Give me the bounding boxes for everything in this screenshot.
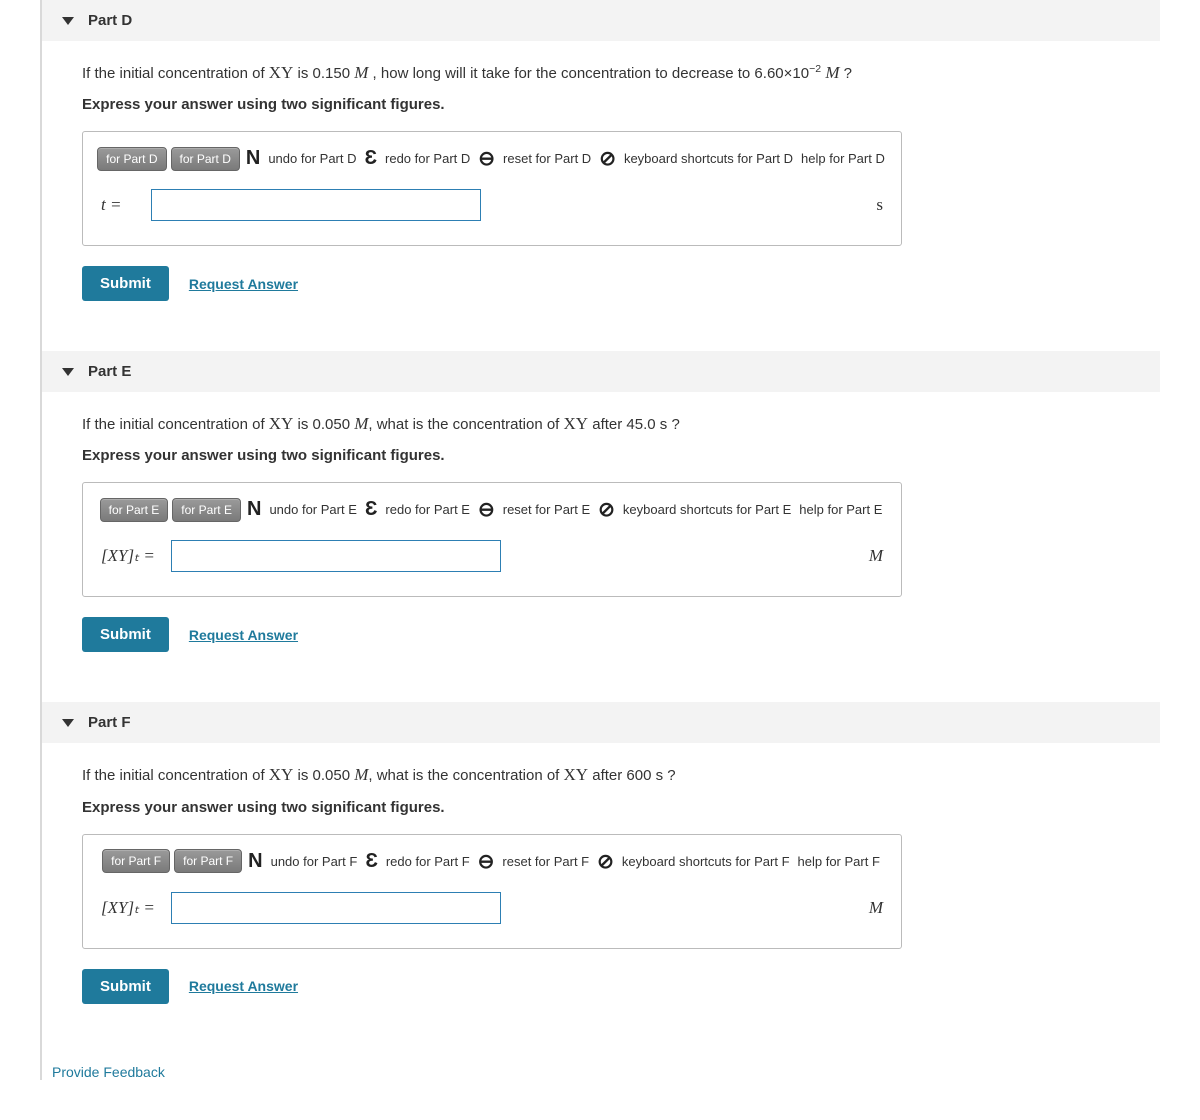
part-D-answer-box: for Part D for Part D N undo for Part D …: [82, 131, 902, 246]
request-answer-link-D[interactable]: Request Answer: [189, 276, 298, 292]
toolbar-redo[interactable]: redo for Part D: [383, 151, 472, 166]
toolbar-glyph-kb-icon: ⊘: [598, 497, 615, 522]
part-F-input[interactable]: [171, 892, 501, 924]
toolbar-undo[interactable]: undo for Part F: [269, 854, 360, 869]
toolbar-undo[interactable]: undo for Part E: [267, 502, 358, 517]
toolbar-reset[interactable]: reset for Part E: [501, 502, 592, 517]
toolbar-btn-2[interactable]: for Part F: [174, 849, 242, 873]
part-F-toolbar: for Part F for Part F N undo for Part F …: [101, 849, 883, 874]
part-D-input[interactable]: [151, 189, 481, 221]
toolbar-undo[interactable]: undo for Part D: [266, 151, 358, 166]
toolbar-btn-1[interactable]: for Part D: [97, 147, 166, 171]
part-F-body: If the initial concentration of XY is 0.…: [42, 743, 1160, 1028]
part-F-answer-box: for Part F for Part F N undo for Part F …: [82, 834, 902, 949]
part-E-answer-box: for Part E for Part E N undo for Part E …: [82, 482, 902, 597]
part-D-header[interactable]: Part D: [42, 0, 1160, 41]
toolbar-help[interactable]: help for Part F: [796, 854, 882, 869]
part-D: Part D If the initial concentration of X…: [42, 0, 1160, 326]
toolbar-glyph-n-icon: N: [246, 147, 260, 170]
part-D-input-row: t = s: [101, 189, 883, 221]
page-container: Part D If the initial concentration of X…: [40, 0, 1160, 1080]
toolbar-kb[interactable]: keyboard shortcuts for Part F: [620, 854, 792, 869]
toolbar-help[interactable]: help for Part E: [797, 502, 884, 517]
toolbar-kb[interactable]: keyboard shortcuts for Part E: [621, 502, 793, 517]
part-D-unit: s: [876, 195, 883, 215]
part-F-unit: M: [869, 898, 883, 918]
part-D-instruction: Express your answer using two significan…: [82, 96, 1120, 113]
part-F-input-row: [XY]ₜ = M: [101, 892, 883, 924]
part-E-button-row: Submit Request Answer: [82, 617, 1120, 652]
chevron-down-icon[interactable]: [62, 368, 74, 376]
part-F-button-row: Submit Request Answer: [82, 969, 1120, 1004]
toolbar-glyph-n-icon: N: [247, 498, 261, 521]
toolbar-glyph-loop-icon: ⊖: [478, 146, 495, 171]
toolbar-redo[interactable]: redo for Part F: [384, 854, 472, 869]
part-F-title: Part F: [88, 714, 131, 731]
submit-button-E[interactable]: Submit: [82, 617, 169, 652]
toolbar-glyph-e-icon: Ɛ: [364, 147, 377, 170]
submit-button-D[interactable]: Submit: [82, 266, 169, 301]
part-D-toolbar: for Part D for Part D N undo for Part D …: [101, 146, 883, 171]
part-E-var-label: [XY]ₜ =: [101, 546, 161, 566]
toolbar-btn-2[interactable]: for Part E: [172, 498, 241, 522]
part-F-question: If the initial concentration of XY is 0.…: [82, 761, 1120, 788]
part-E-unit: M: [869, 546, 883, 566]
part-F-var-label: [XY]ₜ =: [101, 898, 161, 918]
toolbar-glyph-kb-icon: ⊘: [599, 146, 616, 171]
chevron-down-icon[interactable]: [62, 719, 74, 727]
part-D-var-label: t =: [101, 195, 141, 215]
part-D-title: Part D: [88, 12, 132, 29]
toolbar-glyph-e-icon: Ɛ: [365, 498, 378, 521]
toolbar-glyph-e-icon: Ɛ: [365, 850, 378, 873]
toolbar-kb[interactable]: keyboard shortcuts for Part D: [622, 151, 795, 166]
part-E-input-row: [XY]ₜ = M: [101, 540, 883, 572]
part-E-instruction: Express your answer using two significan…: [82, 447, 1120, 464]
part-F-header[interactable]: Part F: [42, 702, 1160, 743]
toolbar-redo[interactable]: redo for Part E: [383, 502, 472, 517]
part-D-body: If the initial concentration of XY is 0.…: [42, 41, 1160, 326]
part-F: Part F If the initial concentration of X…: [42, 702, 1160, 1028]
toolbar-glyph-kb-icon: ⊘: [597, 849, 614, 874]
toolbar-glyph-loop-icon: ⊖: [478, 849, 495, 874]
toolbar-btn-1[interactable]: for Part E: [100, 498, 169, 522]
part-D-question: If the initial concentration of XY is 0.…: [82, 59, 1120, 86]
toolbar-help[interactable]: help for Part D: [799, 151, 887, 166]
toolbar-reset[interactable]: reset for Part F: [500, 854, 591, 869]
part-D-button-row: Submit Request Answer: [82, 266, 1120, 301]
submit-button-F[interactable]: Submit: [82, 969, 169, 1004]
part-F-instruction: Express your answer using two significan…: [82, 799, 1120, 816]
toolbar-glyph-n-icon: N: [248, 850, 262, 873]
part-E-toolbar: for Part E for Part E N undo for Part E …: [101, 497, 883, 522]
part-E-header[interactable]: Part E: [42, 351, 1160, 392]
part-E-title: Part E: [88, 363, 131, 380]
toolbar-glyph-loop-icon: ⊖: [478, 497, 495, 522]
request-answer-link-E[interactable]: Request Answer: [189, 627, 298, 643]
part-E-body: If the initial concentration of XY is 0.…: [42, 392, 1160, 677]
part-E-question: If the initial concentration of XY is 0.…: [82, 410, 1120, 437]
toolbar-btn-1[interactable]: for Part F: [102, 849, 170, 873]
chevron-down-icon[interactable]: [62, 17, 74, 25]
provide-feedback-link[interactable]: Provide Feedback: [42, 1054, 1160, 1080]
toolbar-reset[interactable]: reset for Part D: [501, 151, 593, 166]
part-E: Part E If the initial concentration of X…: [42, 351, 1160, 677]
request-answer-link-F[interactable]: Request Answer: [189, 978, 298, 994]
toolbar-btn-2[interactable]: for Part D: [171, 147, 240, 171]
part-E-input[interactable]: [171, 540, 501, 572]
